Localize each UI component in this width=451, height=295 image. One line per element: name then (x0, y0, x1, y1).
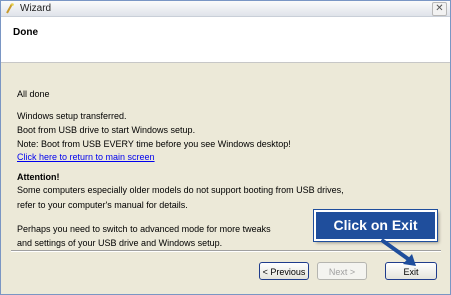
boot-text: Boot from USB drive to start Windows set… (17, 125, 196, 135)
attention-heading: Attention! (17, 172, 60, 182)
window-title: Wizard (20, 3, 52, 14)
all-done-text: All done (17, 89, 50, 99)
previous-button[interactable]: < Previous (259, 262, 309, 280)
advanced-text-1: Perhaps you need to switch to advanced m… (17, 224, 271, 234)
page-title: Done (13, 27, 38, 38)
wizard-icon (6, 3, 14, 14)
transferred-text: Windows setup transferred. (17, 111, 127, 121)
callout-arrow-icon (381, 239, 416, 266)
wizard-window: Wizard ✕ Done All done Windows setup tra… (0, 0, 451, 295)
note-text: Note: Boot from USB EVERY time before yo… (17, 139, 291, 149)
next-button[interactable]: Next > (317, 262, 367, 280)
close-button[interactable]: ✕ (432, 2, 447, 16)
attention-text-2: refer to your computer's manual for deta… (17, 200, 188, 210)
title-bar: Wizard ✕ (1, 1, 450, 17)
close-icon: ✕ (435, 3, 444, 14)
advanced-text-2: and settings of your USB drive and Windo… (17, 238, 223, 248)
return-main-link[interactable]: Click here to return to main screen (17, 151, 155, 163)
footer-divider (11, 250, 441, 252)
click-exit-callout: Click on Exit (313, 209, 438, 242)
attention-text-1: Some computers especially older models d… (17, 185, 344, 195)
wizard-header: Done (1, 17, 450, 63)
